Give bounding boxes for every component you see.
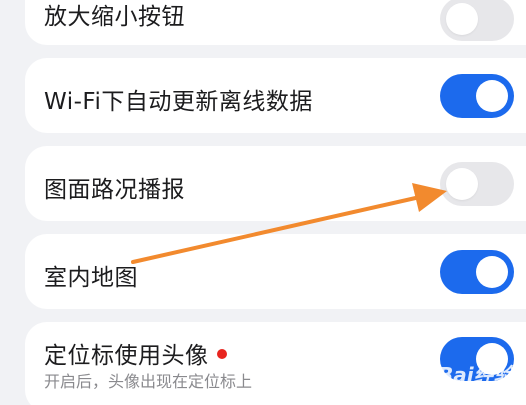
toggle-location-avatar[interactable] xyxy=(440,337,514,381)
toggle-map-traffic-broadcast[interactable] xyxy=(440,162,514,206)
setting-label-wifi-offline-update: Wi-Fi下自动更新离线数据 xyxy=(44,89,313,115)
setting-description-location-avatar: 开启后，头像出现在定位标上 xyxy=(44,372,253,391)
setting-row-zoom-buttons[interactable]: 放大缩小按钮 xyxy=(25,0,526,45)
setting-label-zoom-buttons: 放大缩小按钮 xyxy=(44,4,185,30)
setting-row-location-avatar[interactable]: 定位标使用头像 开启后，头像出现在定位标上 xyxy=(25,322,526,405)
toggle-indoor-map[interactable] xyxy=(440,250,514,294)
toggle-knob xyxy=(476,256,508,288)
toggle-zoom-buttons[interactable] xyxy=(440,0,514,41)
toggle-knob xyxy=(446,3,478,35)
toggle-wifi-offline-update[interactable] xyxy=(440,74,514,118)
setting-label-map-traffic-broadcast: 图面路况播报 xyxy=(44,177,185,203)
toggle-knob xyxy=(476,80,508,112)
toggle-knob xyxy=(476,343,508,375)
setting-row-indoor-map[interactable]: 室内地图 xyxy=(25,234,526,309)
setting-row-wifi-offline-update[interactable]: Wi-Fi下自动更新离线数据 xyxy=(25,58,526,133)
settings-page: 放大缩小按钮 Wi-Fi下自动更新离线数据 图面路况播报 室内地图 定位标使用头… xyxy=(0,0,526,405)
new-badge-dot xyxy=(216,348,227,359)
setting-label-indoor-map: 室内地图 xyxy=(44,265,138,291)
toggle-knob xyxy=(446,168,478,200)
setting-label-location-avatar: 定位标使用头像 xyxy=(44,336,227,370)
setting-row-map-traffic-broadcast[interactable]: 图面路况播报 xyxy=(25,146,526,221)
setting-label-text: 定位标使用头像 xyxy=(44,343,209,369)
